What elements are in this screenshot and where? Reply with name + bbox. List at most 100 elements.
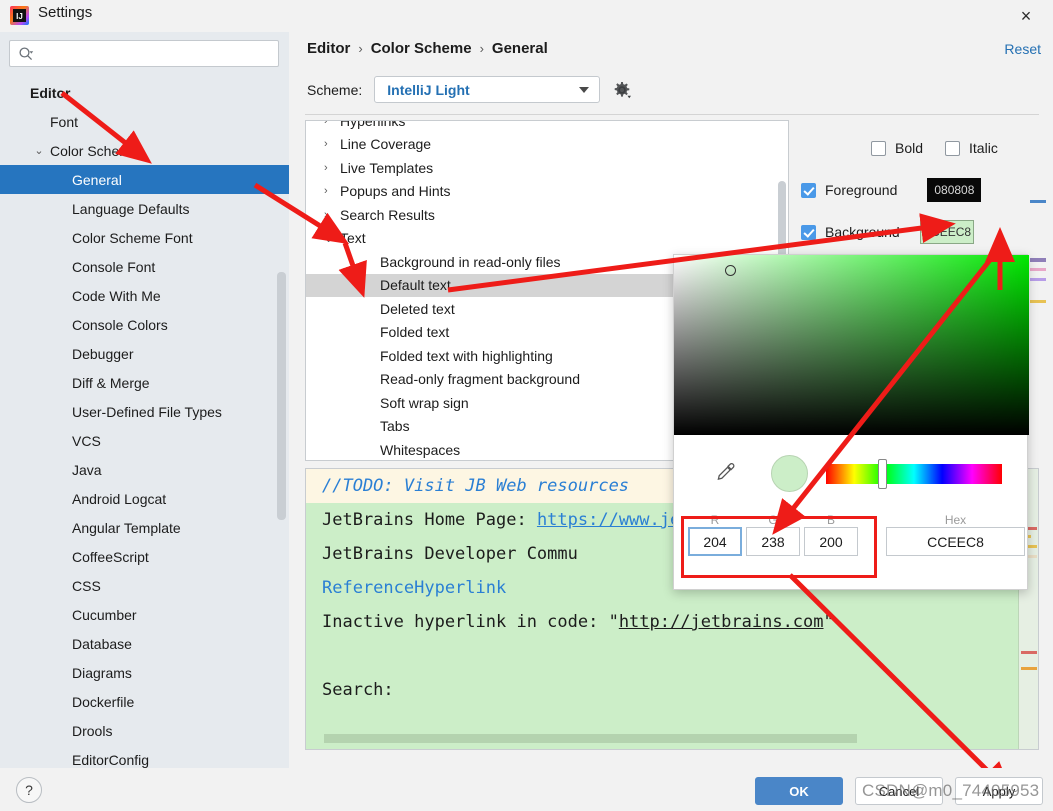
sidebar-tree: Editor Font ⌄ Color Scheme General Language D…: [0, 78, 289, 768]
sidebar-item-cucumber[interactable]: Cucumber: [0, 600, 289, 629]
font-style-row: Bold Italic: [801, 132, 1051, 164]
preview-selection-bar: [324, 734, 857, 743]
search-input[interactable]: [40, 41, 272, 66]
sidebar-item-color-scheme-font[interactable]: Color Scheme Font: [0, 223, 289, 252]
ok-button[interactable]: OK: [755, 777, 843, 805]
sidebar-item-code-with-me[interactable]: Code With Me: [0, 281, 289, 310]
sidebar-item-label: User-Defined File Types: [72, 403, 222, 420]
eyedropper-icon[interactable]: [714, 461, 736, 483]
sidebar-item-label: General: [72, 171, 122, 188]
sidebar-item-drools[interactable]: Drools: [0, 716, 289, 745]
sidebar-item-css[interactable]: CSS: [0, 571, 289, 600]
chevron-right-icon[interactable]: ›: [324, 209, 328, 221]
sidebar-item-label: Diff & Merge: [72, 374, 150, 391]
preview-inactive-url: http://jetbrains.com: [618, 612, 824, 632]
sidebar-item-android-logcat[interactable]: Android Logcat: [0, 484, 289, 513]
attribute-label: Whitespaces: [380, 441, 461, 458]
sidebar-item-java[interactable]: Java: [0, 455, 289, 484]
sidebar-item-editorconfig[interactable]: EditorConfig: [0, 745, 289, 768]
saturation-value-area[interactable]: [674, 255, 1029, 435]
preview-home-prefix: JetBrains Home Page:: [322, 510, 537, 530]
sidebar-item-font[interactable]: Font: [0, 107, 289, 136]
close-icon[interactable]: ×: [1011, 2, 1041, 30]
attribute-row[interactable]: › Hyperlinks: [306, 121, 788, 133]
background-label: Background: [825, 224, 900, 240]
chevron-right-icon[interactable]: ›: [324, 185, 328, 197]
color-picker-popup[interactable]: R 204 G 238 B 200 Hex CCEEC8: [673, 254, 1029, 590]
sidebar-item-label: VCS: [72, 432, 101, 449]
r-field-input[interactable]: 204: [688, 527, 742, 556]
watermark-text: CSDN@m0_74405953: [862, 781, 1040, 800]
sidebar-item-label: Drools: [72, 722, 113, 739]
gear-icon[interactable]: [612, 80, 632, 100]
sidebar-item-database[interactable]: Database: [0, 629, 289, 658]
sidebar-item-color-scheme[interactable]: ⌄ Color Scheme: [0, 136, 289, 165]
sidebar-item-label: Color Scheme: [50, 142, 139, 159]
preview-search-label: Search:: [322, 680, 394, 700]
foreground-color-swatch[interactable]: 080808: [927, 178, 982, 202]
help-button[interactable]: ?: [16, 777, 42, 803]
window-title: Settings: [38, 4, 93, 21]
sidebar-item-label: Diagrams: [72, 664, 132, 681]
attribute-row[interactable]: › Popups and Hints: [306, 180, 788, 204]
sidebar-item-label: Code With Me: [72, 287, 161, 304]
sidebar-item-user-defined-file-types[interactable]: User-Defined File Types: [0, 397, 289, 426]
sidebar-item-label: Color Scheme Font: [72, 229, 193, 246]
sidebar-item-label: EditorConfig: [72, 751, 150, 768]
r-field-group: R 204: [688, 513, 742, 556]
sidebar-item-label: Cucumber: [72, 606, 137, 623]
search-icon: [19, 47, 34, 61]
search-field[interactable]: [9, 40, 279, 67]
sidebar-item-dockerfile[interactable]: Dockerfile: [0, 687, 289, 716]
chevron-right-icon[interactable]: ›: [324, 121, 328, 127]
sidebar-item-label: Database: [72, 635, 132, 652]
attribute-row[interactable]: › Search Results: [306, 203, 788, 227]
color-value-fields: R 204 G 238 B 200 Hex CCEEC8: [688, 513, 1025, 556]
sidebar-item-label: Font: [50, 113, 79, 130]
attribute-row[interactable]: ⌄ Text: [306, 227, 788, 251]
background-color-swatch[interactable]: CCEEC8: [919, 220, 974, 244]
hex-field-input[interactable]: CCEEC8: [886, 527, 1025, 556]
b-field-input[interactable]: 200: [804, 527, 858, 556]
sidebar-item-editor[interactable]: Editor: [0, 78, 289, 107]
sidebar-item-general[interactable]: General: [0, 165, 289, 194]
editor-marker-strip: [1030, 200, 1046, 550]
b-field-group: B 200: [804, 513, 858, 556]
sidebar-scrollbar-thumb[interactable]: [277, 272, 286, 520]
sidebar-item-angular-template[interactable]: Angular Template: [0, 513, 289, 542]
title-bar: IJ Settings ×: [0, 0, 1053, 32]
hue-slider-handle[interactable]: [878, 459, 887, 489]
sidebar-item-diagrams[interactable]: Diagrams: [0, 658, 289, 687]
background-checkbox[interactable]: [801, 224, 816, 240]
italic-checkbox[interactable]: [945, 140, 961, 156]
sidebar-item-vcs[interactable]: VCS: [0, 426, 289, 455]
sidebar-item-debugger[interactable]: Debugger: [0, 339, 289, 368]
saturation-value-handle[interactable]: [725, 265, 736, 276]
foreground-checkbox[interactable]: [801, 182, 816, 198]
chevron-down-icon[interactable]: ⌄: [324, 232, 333, 245]
breadcrumb-item-editor[interactable]: Editor: [307, 40, 350, 57]
preview-inactive-suffix: ": [823, 612, 834, 632]
breadcrumb-separator: ›: [479, 41, 484, 56]
sidebar-item-diff-merge[interactable]: Diff & Merge: [0, 368, 289, 397]
breadcrumb-item-color-scheme[interactable]: Color Scheme: [371, 40, 472, 57]
sidebar-item-language-defaults[interactable]: Language Defaults: [0, 194, 289, 223]
sidebar-item-coffeescript[interactable]: CoffeeScript: [0, 542, 289, 571]
chevron-right-icon[interactable]: ›: [324, 162, 328, 174]
g-field-input[interactable]: 238: [746, 527, 800, 556]
breadcrumb-item-general[interactable]: General: [492, 40, 548, 57]
sidebar-item-label: Console Font: [72, 258, 156, 275]
sidebar-item-console-font[interactable]: Console Font: [0, 252, 289, 281]
hue-slider[interactable]: [826, 464, 1002, 484]
attribute-row[interactable]: › Line Coverage: [306, 133, 788, 157]
attribute-row[interactable]: › Live Templates: [306, 156, 788, 180]
chevron-right-icon[interactable]: ›: [324, 138, 328, 150]
breadcrumb: Editor › Color Scheme › General: [307, 40, 548, 57]
settings-dialog: IJ Settings × Editor Font ⌄ Color Scheme Gen…: [0, 0, 1053, 811]
bold-checkbox[interactable]: [871, 140, 886, 156]
chevron-down-icon[interactable]: ⌄: [32, 144, 46, 157]
g-field-label: G: [768, 513, 778, 527]
scheme-dropdown[interactable]: IntelliJ Light: [374, 76, 601, 103]
reset-link[interactable]: Reset: [1004, 41, 1041, 57]
sidebar-item-console-colors[interactable]: Console Colors: [0, 310, 289, 339]
